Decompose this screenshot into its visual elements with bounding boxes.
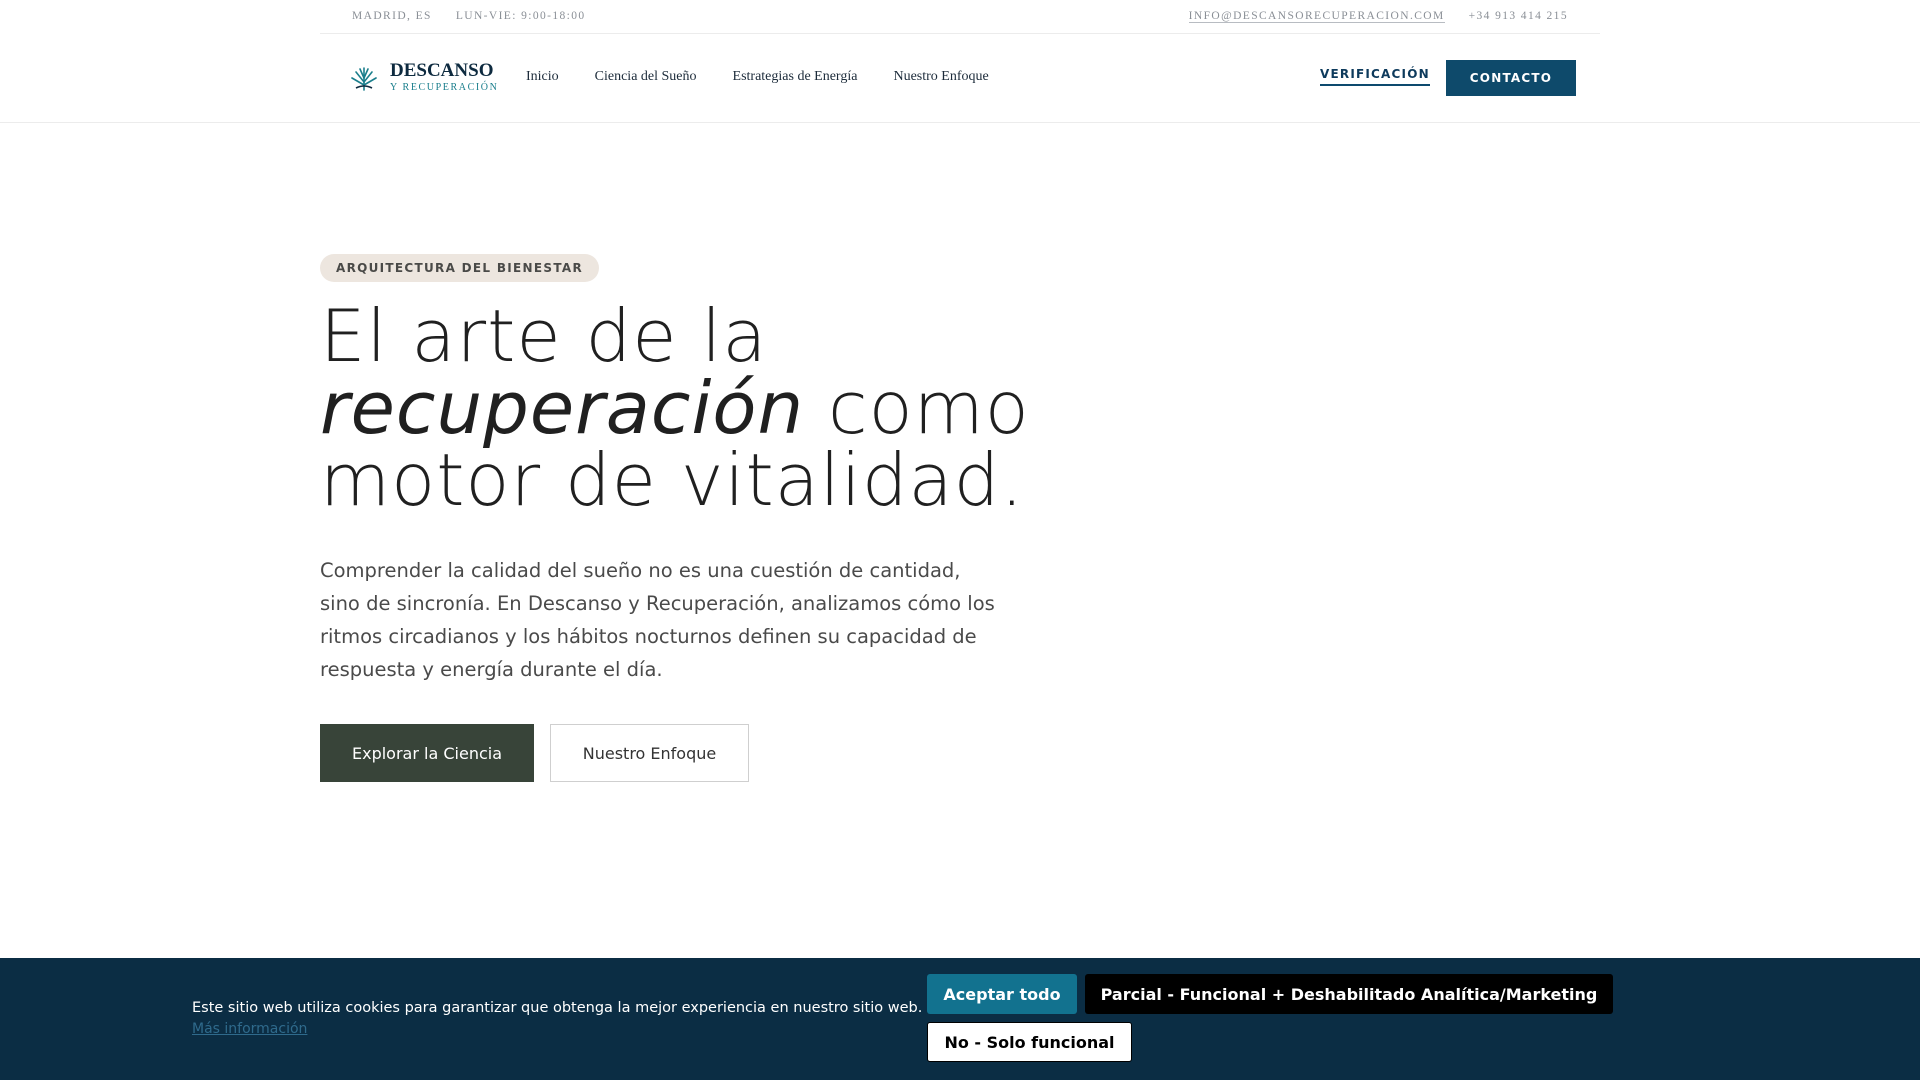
explore-science-button[interactable]: Explorar la Ciencia [320,724,534,782]
leaf-emblem-icon [351,67,377,91]
cookie-more-info-link[interactable]: Más información [192,1021,307,1037]
headline-line-3: motor de vitalidad. [320,438,1025,522]
nav-item-nuestro-enfoque[interactable]: Nuestro Enfoque [893,69,988,85]
hero-headline: El arte de la recuperación como motor de… [320,300,1080,516]
hero-badge: ARQUITECTURA DEL BIENESTAR [320,254,600,282]
our-approach-button[interactable]: Nuestro Enfoque [550,724,749,782]
brand-logo[interactable]: DESCANSO Y RECUPERACIÓN [346,60,498,96]
main-nav: Inicio Ciencia del Sueño Estrategias de … [526,69,989,85]
site-header: DESCANSO Y RECUPERACIÓN Inicio Ciencia d… [0,34,1920,123]
accept-all-cookies-button[interactable]: Aceptar todo [927,974,1077,1014]
location-text: MADRID, ES [352,10,432,22]
nav-item-estrategias-de-energia[interactable]: Estrategias de Energía [733,69,858,85]
hours-text: LUN-VIE: 9:00-18:00 [455,10,586,22]
contact-button[interactable]: CONTACTO [1446,60,1576,96]
email-link[interactable]: INFO@DESCANSORECUPERACION.COM [1188,10,1445,23]
phone-link[interactable]: +34 913 414 215 [1469,10,1568,23]
cookie-message: Este sitio web utiliza cookies para gara… [192,1000,923,1016]
cookie-consent-bar: Este sitio web utiliza cookies para gara… [0,958,1920,1080]
brand-name: DESCANSO [390,60,494,81]
top-info-bar: MADRID, ES LUN-VIE: 9:00-18:00 INFO@DESC… [320,0,1600,34]
brand-tagline: Y RECUPERACIÓN [390,82,499,93]
nav-item-ciencia-del-sueno[interactable]: Ciencia del Sueño [595,69,697,85]
nav-item-inicio[interactable]: Inicio [526,69,559,85]
hero-lead-paragraph: Comprender la calidad del sueño no es un… [320,559,995,681]
functional-only-cookies-button[interactable]: No - Solo funcional [927,1022,1132,1062]
verification-link[interactable]: VERIFICACIÓN [1320,67,1430,86]
partial-cookies-button[interactable]: Parcial - Funcional + Deshabilitado Anal… [1085,974,1613,1014]
